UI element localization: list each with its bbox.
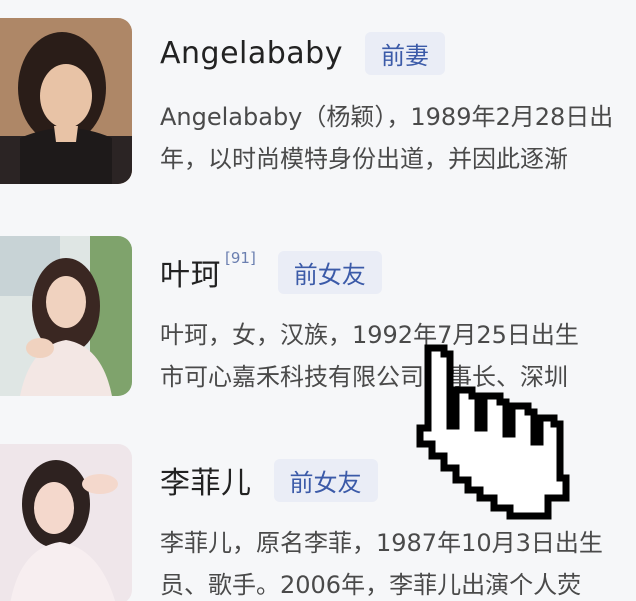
- name-row: 李菲儿 前女友: [160, 458, 378, 502]
- description-line: 年，以时尚模特身份出道，并因此逐渐: [160, 145, 568, 173]
- avatar[interactable]: [0, 444, 132, 601]
- name-row: Angelababy 前妻: [160, 32, 445, 75]
- description-line: 叶珂，女，汉族，1992年7月25日出生: [160, 321, 579, 349]
- citation-ref[interactable]: [91]: [225, 249, 256, 267]
- description-line: 员、歌手。2006年，李菲儿出演个人荧: [160, 571, 582, 599]
- relation-badge: 前女友: [277, 250, 382, 294]
- description-line: 李菲儿，原名李菲，1987年10月3日出生: [160, 529, 603, 557]
- description-line: Angelababy（杨颖），1989年2月28日出: [160, 103, 614, 131]
- description: 叶珂，女，汉族，1992年7月25日出生 市可心嘉禾科技有限公司董事长、深圳: [160, 314, 636, 398]
- description: Angelababy（杨颖），1989年2月28日出 年，以时尚模特身份出道，并…: [160, 96, 636, 180]
- person-name[interactable]: Angelababy: [160, 36, 343, 71]
- person-name[interactable]: 叶珂: [160, 250, 221, 294]
- name-row: 叶珂 [91] 前女友: [160, 249, 382, 294]
- description-line: 市可心嘉禾科技有限公司董事长、深圳: [160, 363, 568, 391]
- search-results-page: Angelababy 前妻 Angelababy（杨颖），1989年2月28日出…: [0, 0, 636, 601]
- relation-badge: 前女友: [273, 458, 378, 502]
- relation-badge: 前妻: [364, 32, 445, 75]
- description: 李菲儿，原名李菲，1987年10月3日出生 员、歌手。2006年，李菲儿出演个人…: [160, 522, 636, 601]
- avatar[interactable]: [0, 18, 132, 184]
- person-name[interactable]: 李菲儿: [160, 458, 252, 502]
- avatar[interactable]: [0, 236, 132, 396]
